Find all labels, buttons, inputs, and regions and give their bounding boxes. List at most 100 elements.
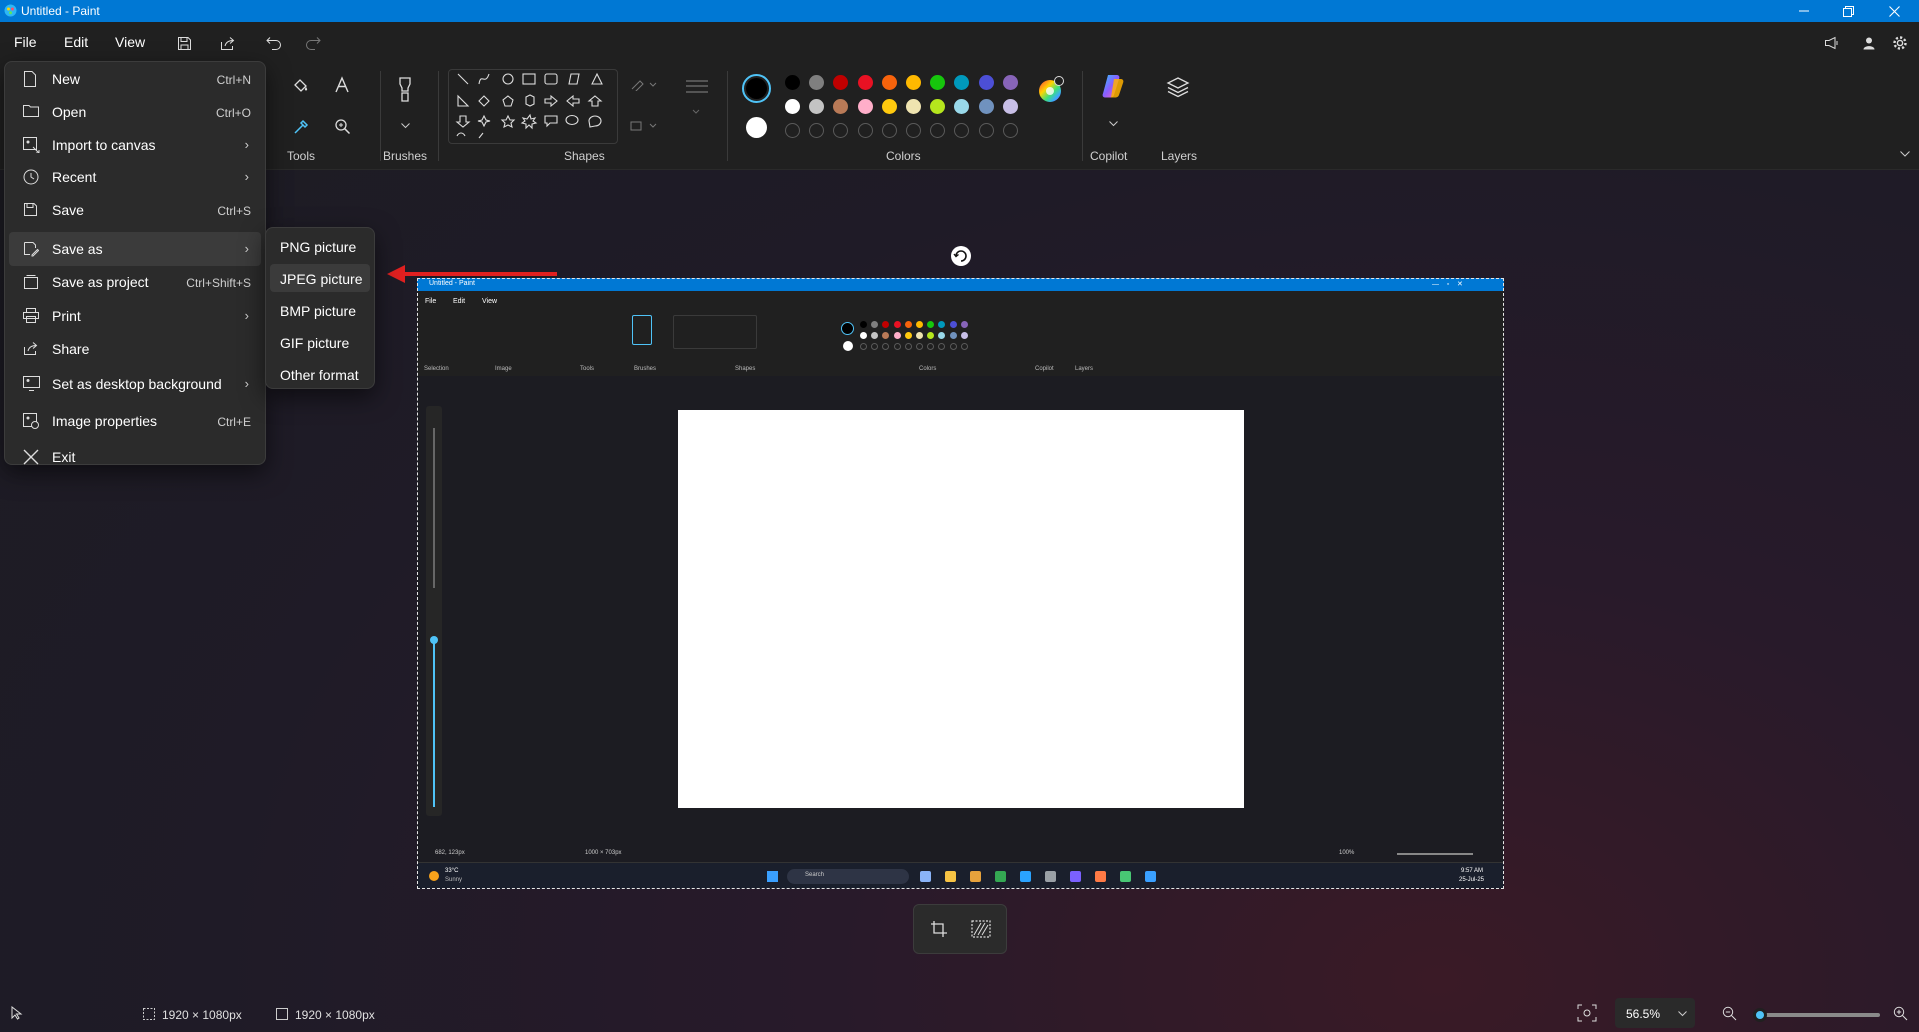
- rotate-handle-icon[interactable]: [950, 245, 972, 267]
- file-menu-item-import-to-canvas[interactable]: Import to canvas ›: [9, 128, 261, 162]
- custom-color-slot[interactable]: [906, 123, 921, 138]
- fill-style-icon[interactable]: [630, 120, 660, 132]
- account-icon[interactable]: [1858, 32, 1880, 54]
- settings-icon[interactable]: [1889, 32, 1911, 54]
- magnifier-icon[interactable]: [334, 118, 351, 135]
- zoom-slider[interactable]: [1753, 1008, 1880, 1022]
- menu-edit[interactable]: Edit: [64, 34, 88, 50]
- shapes-gallery[interactable]: [448, 69, 618, 144]
- save-as-gif-picture[interactable]: GIF picture: [270, 328, 370, 356]
- palette-swatch[interactable]: [1002, 99, 1018, 114]
- red-arrow-annotation: [387, 264, 559, 284]
- copilot-icon[interactable]: [1100, 73, 1126, 99]
- mini-title-bar: Untitled - Paint — ▫ ✕: [417, 278, 1504, 291]
- file-menu-item-label: Image properties: [52, 413, 158, 429]
- file-menu-item-open[interactable]: Open Ctrl+O: [9, 95, 261, 129]
- chevron-right-icon: ›: [244, 308, 249, 323]
- mini-taskbar-app-icon: [1020, 871, 1031, 882]
- transparent-selection-icon[interactable]: [971, 920, 991, 938]
- color-picker-icon[interactable]: [292, 118, 310, 136]
- size-icon[interactable]: [684, 77, 710, 117]
- palette-swatch[interactable]: [954, 99, 970, 114]
- file-menu-item-save-as-project[interactable]: Save as project Ctrl+Shift+S: [9, 265, 261, 299]
- zoom-in-icon[interactable]: [1893, 1006, 1908, 1021]
- file-menu-item-print[interactable]: Print ›: [9, 299, 261, 333]
- zoom-slider-thumb[interactable]: [1753, 1008, 1767, 1022]
- file-menu-item-label: Set as desktop background: [52, 376, 222, 392]
- feedback-icon[interactable]: [1821, 32, 1843, 54]
- file-menu-item-image-properties[interactable]: Image properties Ctrl+E: [9, 404, 261, 438]
- outline-style-icon[interactable]: [630, 79, 660, 91]
- collapse-ribbon-icon[interactable]: [1900, 151, 1910, 157]
- edit-colors-icon[interactable]: [1037, 76, 1065, 104]
- file-menu-item-recent[interactable]: Recent ›: [9, 160, 261, 194]
- mini-time: 9:57 AM: [1461, 868, 1484, 874]
- palette-swatch[interactable]: [954, 75, 970, 90]
- palette-swatch[interactable]: [906, 75, 921, 90]
- palette-swatch[interactable]: [833, 75, 849, 90]
- zoom-dropdown[interactable]: 56.5%: [1615, 998, 1695, 1028]
- save-as-bmp-picture[interactable]: BMP picture: [270, 296, 370, 324]
- palette-swatch[interactable]: [881, 99, 897, 114]
- canvas-image[interactable]: Untitled - Paint — ▫ ✕ File Edit View Se…: [417, 278, 1504, 889]
- primary-color-swatch[interactable]: [742, 74, 771, 103]
- mini-label-layers: Layers: [1075, 366, 1094, 372]
- palette-swatch[interactable]: [930, 99, 946, 114]
- restore-button[interactable]: [1826, 0, 1870, 22]
- save-as-jpeg-picture[interactable]: JPEG picture: [270, 264, 370, 292]
- brushes-dropdown-icon[interactable]: [401, 123, 410, 129]
- exit-icon: [23, 449, 41, 465]
- mini-window-controls: — ▫ ✕: [1432, 281, 1463, 288]
- crop-to-selection-icon[interactable]: [930, 920, 948, 938]
- palette-swatch[interactable]: [857, 99, 873, 114]
- share-icon[interactable]: [217, 32, 239, 54]
- save-icon[interactable]: [173, 32, 195, 54]
- custom-color-slot[interactable]: [1002, 123, 1018, 138]
- text-tool-icon[interactable]: [334, 76, 350, 94]
- undo-icon[interactable]: [263, 32, 285, 54]
- layers-icon[interactable]: [1166, 75, 1190, 99]
- palette-swatch[interactable]: [930, 75, 946, 90]
- custom-color-slot[interactable]: [785, 123, 800, 138]
- palette-swatch[interactable]: [978, 99, 994, 114]
- zoom-out-icon[interactable]: [1722, 1006, 1737, 1021]
- fit-to-window-icon[interactable]: [1577, 1004, 1597, 1022]
- redo-icon[interactable]: [302, 32, 324, 54]
- custom-color-slot[interactable]: [978, 123, 994, 138]
- menu-view[interactable]: View: [115, 34, 145, 50]
- file-menu-item-save-as[interactable]: Save as ›: [9, 232, 261, 266]
- palette-swatch[interactable]: [833, 99, 849, 114]
- palette-swatch[interactable]: [809, 75, 825, 90]
- fill-icon[interactable]: [292, 77, 310, 95]
- palette-swatch[interactable]: [1002, 75, 1018, 90]
- palette-swatch[interactable]: [906, 99, 921, 114]
- custom-color-slot[interactable]: [857, 123, 873, 138]
- custom-color-slot[interactable]: [833, 123, 849, 138]
- secondary-color-swatch[interactable]: [746, 117, 767, 138]
- menu-file[interactable]: File: [14, 34, 37, 50]
- file-menu-item-exit[interactable]: Exit: [9, 440, 261, 474]
- file-menu-item-save[interactable]: Save Ctrl+S: [9, 193, 261, 227]
- palette-swatch[interactable]: [881, 75, 897, 90]
- mini-label-tools: Tools: [580, 366, 595, 372]
- close-button[interactable]: [1872, 0, 1916, 22]
- file-menu-item-set-as-desktop-background[interactable]: Set as desktop background ›: [9, 367, 261, 401]
- palette-swatch[interactable]: [785, 75, 800, 90]
- file-menu-item-share[interactable]: Share: [9, 332, 261, 366]
- brush-icon[interactable]: [394, 77, 416, 103]
- palette-swatch[interactable]: [785, 99, 800, 114]
- palette-swatch[interactable]: [809, 99, 825, 114]
- custom-color-slot[interactable]: [809, 123, 825, 138]
- palette-swatch[interactable]: [857, 75, 873, 90]
- custom-color-slot[interactable]: [954, 123, 970, 138]
- save-as-other-format[interactable]: Other format: [270, 360, 370, 388]
- custom-color-slot[interactable]: [881, 123, 897, 138]
- minimize-button[interactable]: [1782, 0, 1826, 22]
- palette-swatch[interactable]: [978, 75, 994, 90]
- copilot-dropdown-icon[interactable]: [1109, 121, 1118, 127]
- mini-swatch: [916, 321, 923, 328]
- save-as-png-picture[interactable]: PNG picture: [270, 232, 370, 260]
- custom-color-slot[interactable]: [930, 123, 946, 138]
- file-menu-item-new[interactable]: New Ctrl+N: [9, 62, 261, 96]
- primary-color-fill: [746, 78, 767, 99]
